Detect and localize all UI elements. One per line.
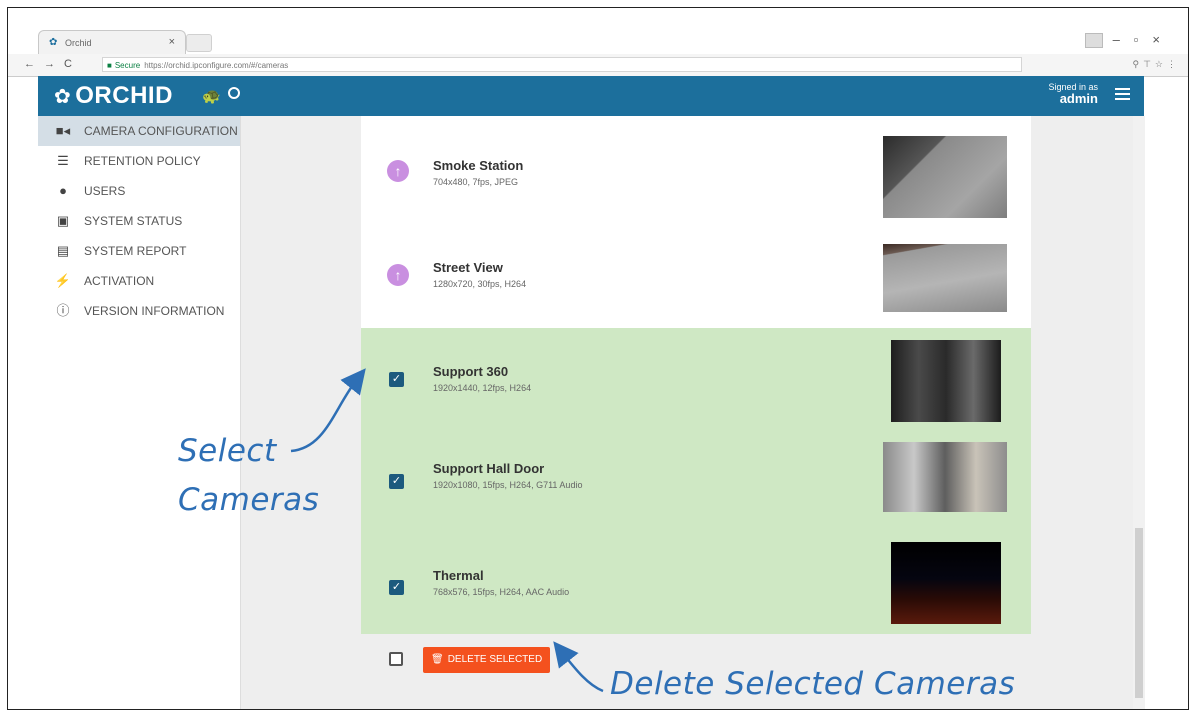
arrow-to-checkbox xyxy=(290,368,366,453)
arrow-to-delete-button xyxy=(553,641,604,693)
annotation-arrows xyxy=(290,368,604,693)
screenshot-frame: ✿ Orchid × –▫× ←→C ■ Secure https://orchid… xyxy=(7,7,1189,710)
